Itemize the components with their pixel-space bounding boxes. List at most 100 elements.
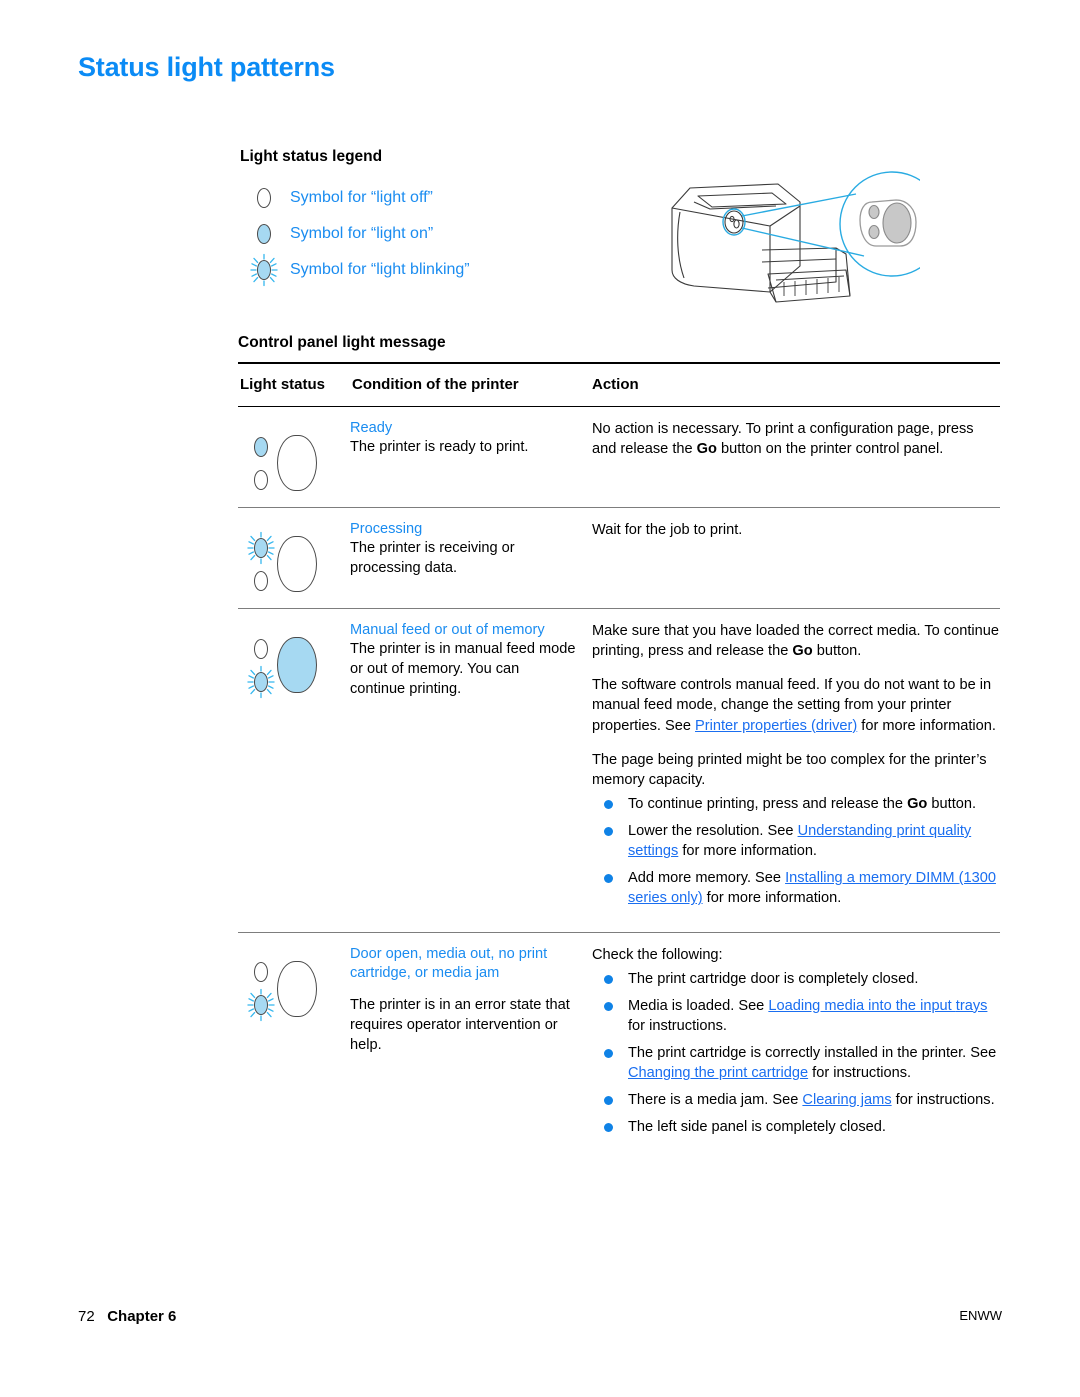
condition-body: The printer is receiving or processing d… bbox=[350, 540, 515, 577]
link-print-quality-settings[interactable]: settings bbox=[628, 843, 678, 859]
condition-title: Ready bbox=[350, 420, 393, 436]
legend-item-label: Symbol for “light off” bbox=[290, 189, 433, 206]
table-row: Ready The printer is ready to print. No … bbox=[238, 407, 1000, 507]
column-header-condition: Condition of the printer bbox=[352, 376, 519, 393]
light-status-cell bbox=[238, 945, 350, 1145]
control-panel-light-message-table: Light status Condition of the printer Ac… bbox=[238, 362, 1000, 1161]
list-item: The left side panel is completely closed… bbox=[592, 1117, 1000, 1137]
legend-item-light-off: Symbol for “light off” bbox=[238, 180, 638, 216]
go-button-light-on-icon bbox=[277, 637, 317, 693]
light-status-cell bbox=[238, 621, 350, 916]
light-blinking-icon bbox=[238, 253, 290, 287]
light-off-icon bbox=[238, 188, 290, 208]
light-pattern-manual-feed-icon bbox=[247, 637, 350, 698]
condition-title: Manual feed or out of memory bbox=[350, 622, 545, 638]
action-bullet-list: The print cartridge door is completely c… bbox=[592, 969, 1000, 1138]
footer-left: 72 Chapter 6 bbox=[78, 1308, 176, 1325]
printer-control-panel-illustration bbox=[650, 162, 945, 322]
legend-item-light-on: Symbol for “light on” bbox=[238, 216, 638, 252]
legend-item-label: Symbol for “light blinking” bbox=[290, 261, 470, 278]
condition-cell: Ready The printer is ready to print. bbox=[350, 419, 590, 491]
condition-cell: Door open, media out, no print cartridge… bbox=[350, 945, 590, 1145]
condition-body: The printer is in an error state that re… bbox=[350, 997, 570, 1053]
light-status-legend: Light status legend Symbol for “light of… bbox=[238, 148, 638, 288]
legend-heading: Light status legend bbox=[240, 148, 383, 165]
action-cell: No action is necessary. To print a confi… bbox=[590, 419, 1000, 491]
column-header-light-status: Light status bbox=[240, 376, 325, 393]
top-light-off-icon bbox=[254, 638, 268, 659]
light-status-cell bbox=[238, 419, 350, 491]
condition-cell: Manual feed or out of memory The printer… bbox=[350, 621, 590, 916]
action-paragraph: The software controls manual feed. If yo… bbox=[592, 675, 1000, 735]
action-paragraph: The page being printed might be too comp… bbox=[592, 751, 987, 788]
condition-body: The printer is ready to print. bbox=[350, 439, 529, 456]
light-status-cell bbox=[238, 520, 350, 592]
action-bullet-list: To continue printing, press and release … bbox=[592, 794, 1000, 909]
link-loading-media[interactable]: Loading media into the input bbox=[768, 998, 955, 1014]
bullet-text: for more information. bbox=[702, 890, 842, 907]
action-paragraph: Wait for the job to print. bbox=[592, 522, 743, 538]
bullet-text: To continue printing, press and release … bbox=[628, 795, 908, 812]
condition-body: The printer is in manual feed mode or ou… bbox=[350, 641, 576, 697]
legend-item-light-blinking: Symbol for “light blinking” bbox=[238, 252, 638, 288]
top-light-on-icon bbox=[254, 436, 268, 457]
action-cell: Check the following: The print cartridge… bbox=[590, 945, 1000, 1145]
list-item: The print cartridge door is completely c… bbox=[592, 969, 1000, 989]
condition-title: Door open, media out, no print cartridge… bbox=[350, 945, 548, 981]
bullet-text: The left side panel is completely closed… bbox=[628, 1119, 886, 1136]
action-cell: Wait for the job to print. bbox=[590, 520, 1000, 592]
top-light-blinking-icon bbox=[247, 531, 275, 564]
light-on-icon bbox=[238, 224, 290, 244]
link-printer-properties[interactable]: Printer properties (driver) bbox=[695, 718, 857, 734]
list-item: There is a media jam. See Clearing jams … bbox=[592, 1090, 1000, 1110]
go-button-label: Go bbox=[792, 643, 813, 660]
table-row: Manual feed or out of memory The printer… bbox=[238, 609, 1000, 932]
bullet-text: There is a media jam. See bbox=[628, 1092, 803, 1109]
page-footer: 72 Chapter 6 ENWW bbox=[78, 1308, 1002, 1325]
bullet-text: The print cartridge is correctly install… bbox=[628, 1045, 997, 1061]
go-button-label: Go bbox=[696, 441, 717, 458]
action-text: button. bbox=[812, 643, 862, 660]
bullet-text: for instructions. bbox=[808, 1065, 912, 1082]
table-caption: Control panel light message bbox=[238, 334, 446, 351]
go-button-light-off-icon bbox=[277, 960, 317, 1017]
bullet-text: for more information. bbox=[678, 843, 817, 860]
table-row: Processing The printer is receiving or p… bbox=[238, 508, 1000, 608]
condition-title: Processing bbox=[350, 521, 423, 537]
go-button-label: Go bbox=[907, 795, 928, 812]
bullet-text: Media is loaded. See bbox=[628, 997, 769, 1014]
list-item: Media is loaded. See Loading media into … bbox=[592, 996, 1000, 1036]
locale-label: ENWW bbox=[959, 1308, 1002, 1323]
bullet-text: Add more memory. See bbox=[628, 870, 786, 887]
condition-cell: Processing The printer is receiving or p… bbox=[350, 520, 590, 592]
column-header-action: Action bbox=[592, 376, 639, 393]
bullet-text: Lower the resolution. See bbox=[628, 823, 798, 839]
bottom-light-blinking-icon bbox=[247, 665, 275, 698]
link-installing-memory-dimm[interactable]: Installing a memory DIMM bbox=[785, 870, 959, 886]
bullet-text: button. bbox=[927, 795, 977, 812]
bullet-text: for instructions. bbox=[628, 1017, 727, 1034]
action-cell: Make sure that you have loaded the corre… bbox=[590, 621, 1000, 916]
page-number: 72 bbox=[78, 1308, 95, 1325]
light-pattern-error-icon bbox=[247, 960, 350, 1022]
link-loading-media[interactable]: trays bbox=[956, 998, 988, 1014]
action-paragraph: No action is necessary. To print a confi… bbox=[592, 419, 1000, 459]
chapter-label: Chapter 6 bbox=[107, 1308, 177, 1325]
list-item: To continue printing, press and release … bbox=[592, 794, 1000, 814]
list-item: Add more memory. See Installing a memory… bbox=[592, 868, 1000, 908]
list-item: The print cartridge is correctly install… bbox=[592, 1043, 1000, 1083]
top-light-off-icon bbox=[254, 962, 268, 982]
table-row: Door open, media out, no print cartridge… bbox=[238, 933, 1000, 1161]
legend-item-label: Symbol for “light on” bbox=[290, 225, 434, 242]
bottom-light-off-icon bbox=[254, 469, 268, 490]
bottom-light-off-icon bbox=[254, 570, 268, 591]
action-paragraph: Make sure that you have loaded the corre… bbox=[592, 621, 1000, 661]
link-print-quality-settings[interactable]: Understanding print quality bbox=[798, 823, 972, 839]
link-changing-print-cartridge[interactable]: Changing the print cartridge bbox=[628, 1065, 808, 1081]
action-paragraph: Check the following: bbox=[592, 946, 723, 963]
list-item: Lower the resolution. See Understanding … bbox=[592, 821, 1000, 861]
link-clearing-jams[interactable]: Clearing jams bbox=[802, 1092, 891, 1108]
bottom-light-blinking-icon bbox=[247, 988, 275, 1022]
go-button-light-off-icon bbox=[277, 536, 317, 592]
table-header-row: Light status Condition of the printer Ac… bbox=[238, 364, 1000, 406]
